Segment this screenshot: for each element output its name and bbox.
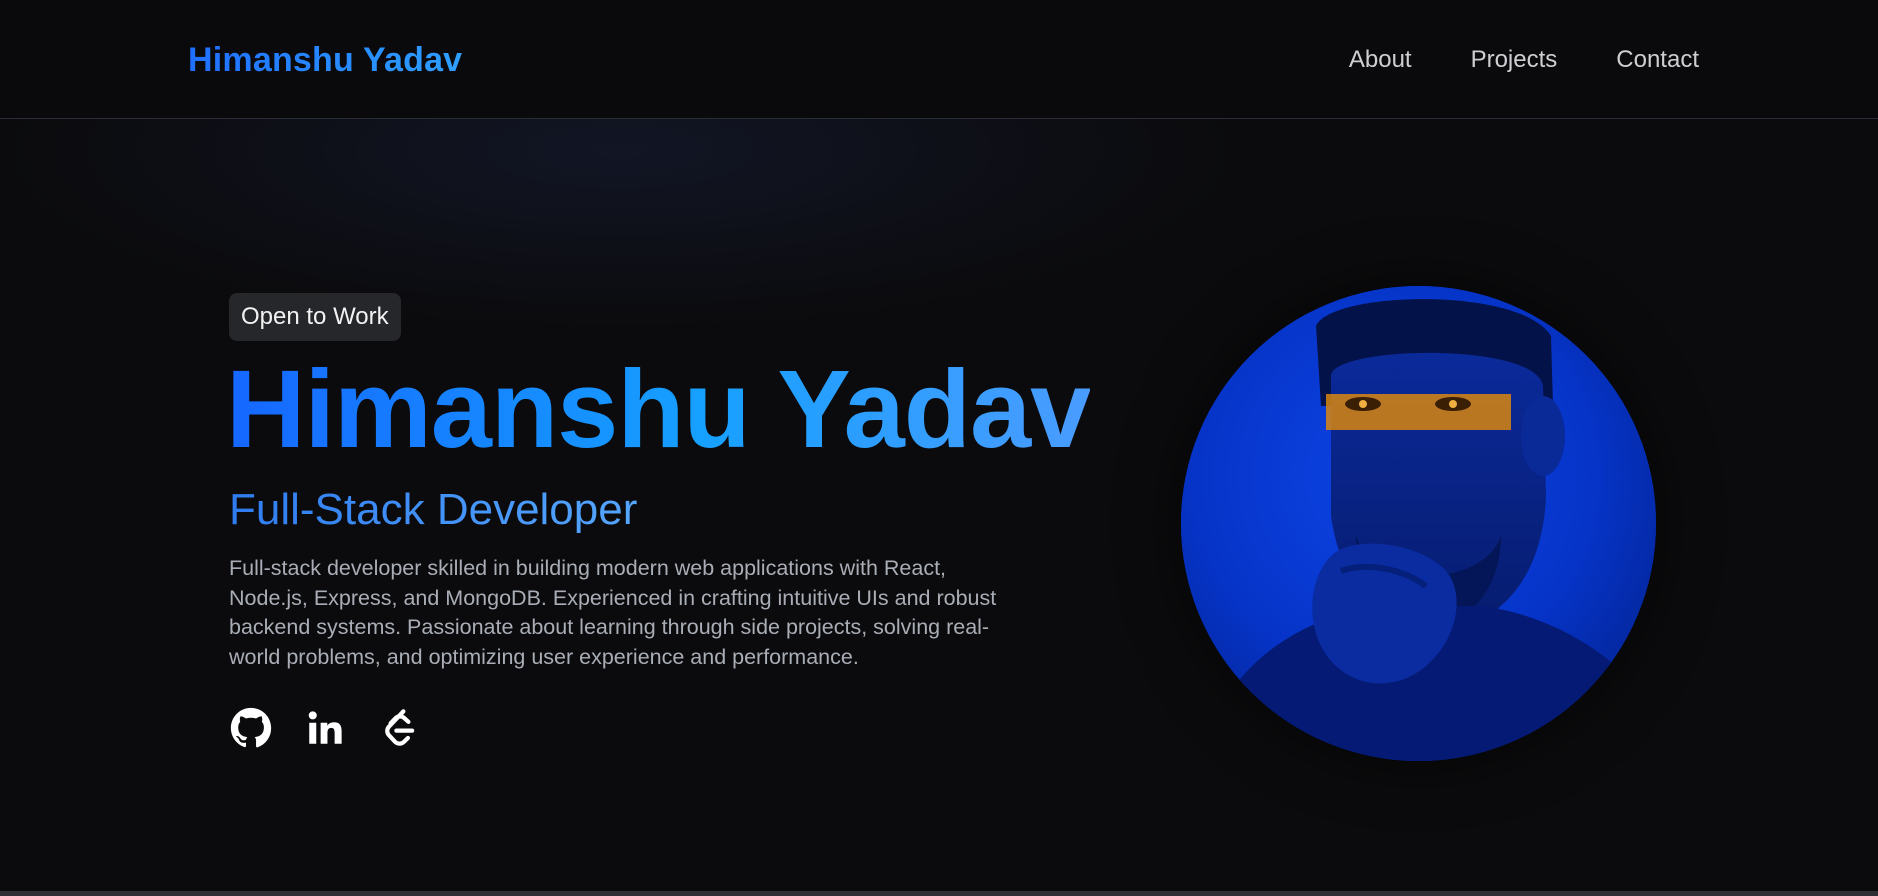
nav-link-about[interactable]: About: [1349, 40, 1412, 80]
leetcode-link[interactable]: [377, 706, 421, 750]
main-nav: About Projects Contact: [1290, 40, 1699, 80]
brand-logo-text[interactable]: Himanshu Yadav: [188, 36, 462, 84]
leetcode-icon: [385, 709, 415, 746]
github-icon: [230, 707, 272, 748]
site-header: Himanshu Yadav About Projects Contact: [0, 0, 1878, 119]
profile-photo: [1181, 286, 1656, 761]
hero-role: Full-Stack Developer: [229, 482, 637, 538]
portrait-illustration: [1181, 286, 1656, 761]
hero-bio: Full-stack developer skilled in building…: [229, 556, 997, 669]
github-link[interactable]: [229, 706, 273, 750]
page: Himanshu Yadav About Projects Contact Op…: [0, 0, 1878, 896]
linkedin-icon: [308, 711, 342, 744]
nav-link-projects[interactable]: Projects: [1471, 40, 1558, 80]
linkedin-link[interactable]: [303, 706, 347, 750]
nav-link-contact[interactable]: Contact: [1616, 40, 1699, 80]
open-to-work-badge: Open to Work: [229, 293, 401, 341]
page-divider: [0, 891, 1878, 896]
hero-title: Himanshu Yadav: [226, 348, 1091, 471]
social-links: [229, 706, 451, 750]
